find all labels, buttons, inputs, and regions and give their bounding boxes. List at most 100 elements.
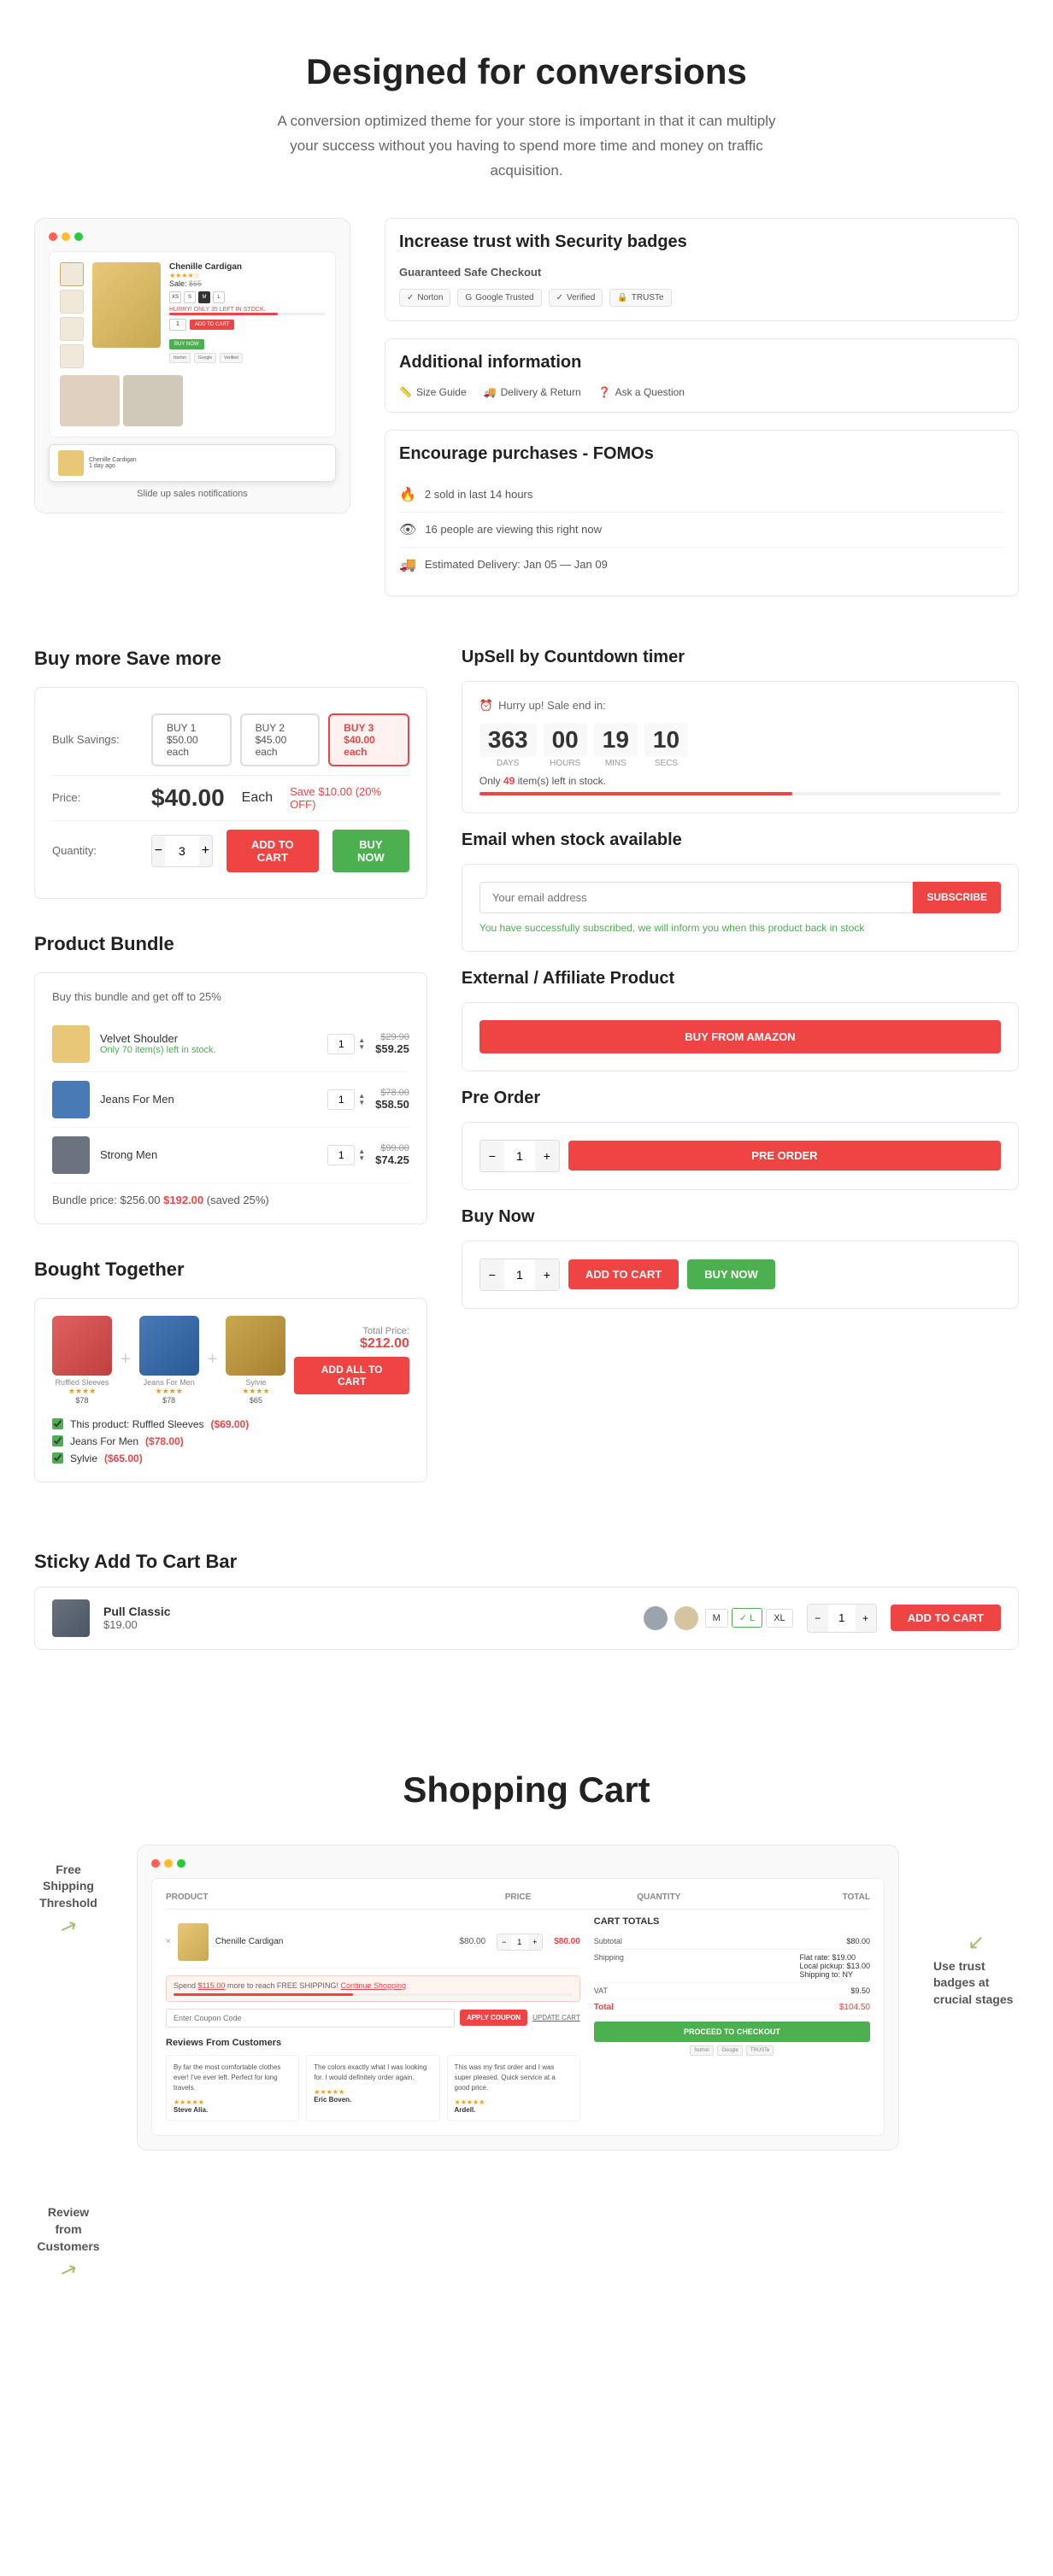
ask-question-link[interactable]: ❓ Ask a Question — [598, 386, 685, 398]
bundle-qty-2-down[interactable]: ▼ — [358, 1100, 365, 1106]
cart-content: × Chenille Cardigan $80.00 − + $80.00 — [166, 1916, 870, 2121]
buy-now-now-btn[interactable]: BUY NOW — [687, 1259, 775, 1289]
bundle-item-1-qty: ▲ ▼ — [327, 1034, 365, 1054]
buynow-qty-stepper[interactable]: − + — [479, 1259, 560, 1291]
cart-items-list: × Chenille Cardigan $80.00 − + $80.00 — [166, 1916, 580, 2121]
sticky-size-xl[interactable]: XL — [766, 1609, 792, 1628]
fomo-text-2: 16 people are viewing this right now — [425, 523, 602, 536]
thumb-4[interactable] — [60, 344, 84, 368]
email-input[interactable] — [479, 882, 913, 913]
shopping-cart-section: Shopping Cart Free Shipping Threshold ↗ … — [0, 1735, 1053, 2318]
swatch-gray[interactable] — [644, 1606, 668, 1630]
delivery-return-link[interactable]: 🚚 Delivery & Return — [484, 386, 581, 398]
thumb-2[interactable] — [60, 290, 84, 314]
preorder-card: − + PRE ORDER — [462, 1122, 1019, 1190]
size-l[interactable]: L — [213, 291, 225, 303]
buy-now-add-to-cart-btn[interactable]: ADD TO CART — [568, 1259, 679, 1289]
together-img-1 — [52, 1316, 112, 1376]
buy-now-mini[interactable]: BUY NOW — [169, 339, 204, 349]
continue-shopping-link[interactable]: Continue Shopping — [340, 1981, 406, 1990]
add-to-cart-button[interactable]: ADD TO CART — [226, 830, 319, 872]
bundle-item-2-prices: $78.00 $58.50 — [375, 1088, 409, 1111]
together-check-1-price: ($69.00) — [211, 1418, 250, 1430]
sticky-qty-down[interactable]: − — [808, 1605, 828, 1632]
preorder-qty-stepper[interactable]: − + — [479, 1140, 560, 1172]
cart-item-qty-box[interactable]: − + — [497, 1933, 543, 1951]
buy-1-option[interactable]: BUY 1 $50.00 each — [151, 713, 232, 766]
apply-coupon-btn[interactable]: APPLY COUPON — [460, 2010, 527, 2026]
cart-item-qty-down[interactable]: − — [497, 1934, 511, 1950]
buy-3-option[interactable]: BUY 3 $40.00 each — [328, 713, 409, 766]
swatch-beige[interactable] — [674, 1606, 698, 1630]
total-label: Total — [594, 2003, 614, 2012]
together-product-1: Ruffled Sleeves ★★★★ $78 — [52, 1316, 112, 1405]
cart-item-remove-btn[interactable]: × — [166, 1937, 171, 1946]
preorder-qty-input[interactable] — [504, 1142, 535, 1170]
reviewer-1-name: Steve Alia. — [174, 2106, 291, 2114]
coupon-input[interactable] — [166, 2009, 455, 2027]
bundle-orig-price: $256.00 — [121, 1194, 161, 1206]
cart-item-qty-input[interactable] — [511, 1938, 528, 1946]
bundle-qty-1-down[interactable]: ▼ — [358, 1044, 365, 1051]
thumb-3[interactable] — [60, 317, 84, 341]
sticky-qty-stepper[interactable]: − + — [807, 1604, 877, 1633]
sticky-qty-up[interactable]: + — [856, 1605, 876, 1632]
buy-2-label: BUY 2 — [256, 722, 305, 734]
together-product-2: Jeans For Men ★★★★ $78 — [139, 1316, 199, 1405]
cart-item-qty-up[interactable]: + — [528, 1934, 542, 1950]
subscribe-button[interactable]: SUBSCRIBE — [913, 882, 1001, 913]
together-check-2-input[interactable] — [52, 1435, 63, 1446]
size-xs[interactable]: XS — [169, 291, 181, 303]
bundle-qty-1-input[interactable] — [327, 1034, 355, 1054]
add-all-to-cart-btn[interactable]: ADD ALL TO CART — [294, 1357, 409, 1394]
bulk-qty-row: Quantity: − + ADD TO CART BUY NOW — [52, 821, 409, 881]
email-stock-card: SUBSCRIBE You have successfully subscrib… — [462, 864, 1019, 952]
sticky-qty-input[interactable] — [828, 1606, 856, 1629]
notification-popup: Chenille Cardigan 1 day ago — [49, 444, 336, 482]
cart-trust-badges: Norton Google TRUSTe — [594, 2045, 870, 2056]
together-check-1-input[interactable] — [52, 1418, 63, 1429]
update-cart-btn[interactable]: UPDATE CART — [532, 2014, 580, 2021]
together-stars-1: ★★★★ — [52, 1387, 112, 1396]
together-name-3: Sylvie — [226, 1378, 285, 1387]
bundle-qty-2-input[interactable] — [327, 1089, 355, 1110]
thumb-1[interactable] — [60, 262, 84, 286]
stock-left-suffix: item(s) left in stock. — [518, 775, 606, 787]
bundle-qty-3-down[interactable]: ▼ — [358, 1155, 365, 1162]
quantity-stepper[interactable]: − + — [151, 835, 213, 867]
sticky-size-m[interactable]: M — [705, 1609, 728, 1628]
qty-increase-btn[interactable]: + — [199, 836, 212, 866]
size-s[interactable]: S — [184, 291, 196, 303]
additional-info-title: Additional information — [399, 353, 1004, 373]
subtotal-label: Subtotal — [594, 1937, 622, 1945]
cart-totals: CART TOTALS Subtotal $80.00 Shipping Fla… — [594, 1916, 870, 2121]
qty-input[interactable] — [165, 837, 199, 865]
buynow-qty-input[interactable] — [504, 1261, 535, 1288]
bundle-qty-3-input[interactable] — [327, 1145, 355, 1165]
cart-item-price: $80.00 — [456, 1937, 490, 1946]
preorder-qty-down[interactable]: − — [480, 1141, 504, 1171]
buynow-qty-down[interactable]: − — [480, 1259, 504, 1290]
size-m[interactable]: M — [198, 291, 210, 303]
amazon-buy-btn[interactable]: BUY FROM AMAZON — [479, 1020, 1001, 1053]
qty-decrease-btn[interactable]: − — [152, 836, 165, 866]
buy-1-label: BUY 1 — [167, 722, 216, 734]
stock-left-prefix: Only — [479, 775, 501, 787]
buy-now-button[interactable]: BUY NOW — [332, 830, 409, 872]
sticky-add-to-cart-btn[interactable]: ADD TO CART — [891, 1605, 1001, 1631]
stock-left-text: Only 49 item(s) left in stock. — [479, 775, 1001, 787]
together-check-3-input[interactable] — [52, 1452, 63, 1464]
buy-2-option[interactable]: BUY 2 $45.00 each — [240, 713, 321, 766]
sticky-size-l[interactable]: ✓ L — [732, 1608, 762, 1628]
add-to-cart-mini[interactable]: ADD TO CART — [190, 320, 234, 330]
size-guide-link[interactable]: 📏 Size Guide — [399, 386, 467, 398]
free-shipping-link[interactable]: $115.00 — [198, 1981, 226, 1990]
checkout-btn[interactable]: PROCEED TO CHECKOUT — [594, 2021, 870, 2042]
hero-section: Designed for conversions A conversion op… — [0, 0, 1053, 218]
preorder-qty-up[interactable]: + — [535, 1141, 559, 1171]
timer-hours-value: 00 — [544, 723, 587, 757]
preorder-button[interactable]: PRE ORDER — [568, 1141, 1001, 1171]
sticky-product-name: Pull Classic — [103, 1605, 171, 1618]
buynow-qty-up[interactable]: + — [535, 1259, 559, 1290]
sticky-product-price: $19.00 — [103, 1618, 171, 1631]
